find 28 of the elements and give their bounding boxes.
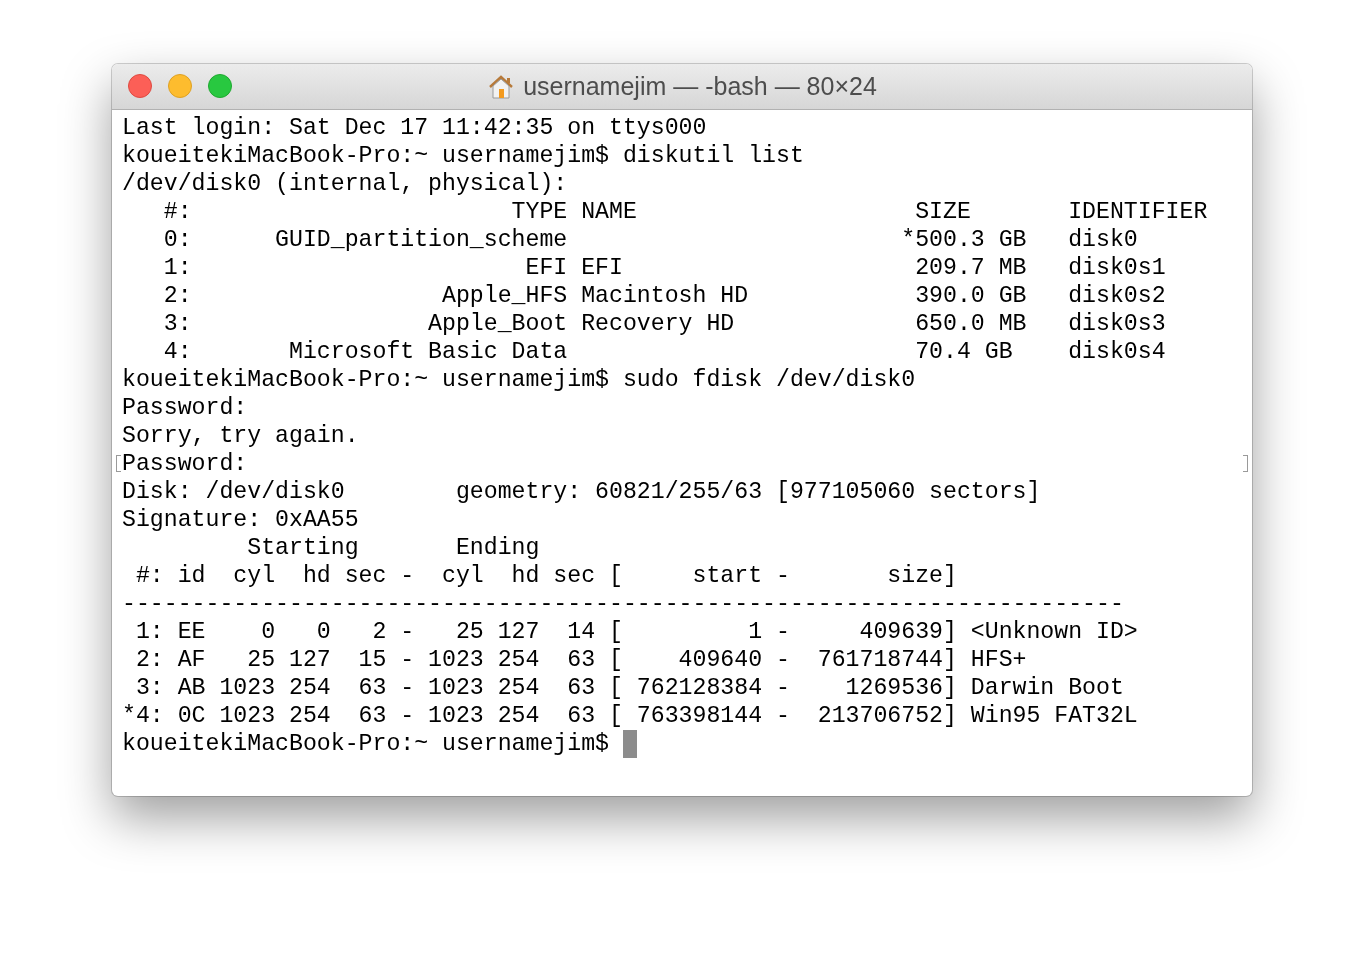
terminal-line: 2: AF 25 127 15 - 1023 254 63 [ 409640 - 761718744] HFS+: [134, 646, 1027, 674]
terminal-line: 1: EFI EFI 209.7 MB disk0s1: [162, 254, 1166, 282]
terminal-line: Signature: 0xAA55: [122, 506, 359, 534]
terminal-line: koueitekiMacBook-Pro:~ usernamejim$ diskutil list: [122, 142, 804, 170]
terminal-line: 0: GUID_partition_scheme *500.3 GB disk0: [162, 226, 1138, 254]
terminal-line: Last login: Sat Dec 17 11:42:35 on ttys000: [122, 114, 707, 142]
terminal-line: 3: AB 1023 254 63 - 1023 254 63 [ 762128384 - 1269536] Darwin Boot: [134, 674, 1124, 702]
terminal-line: Disk: /dev/disk0 geometry: 60821/255/63 [977105060 sectors]: [122, 478, 1041, 506]
terminal-line: #: TYPE NAME SIZE IDENTIFIER: [162, 198, 1208, 226]
terminal-line: Sorry, try again.: [122, 422, 359, 450]
bookmark-bracket-icon: [1243, 455, 1248, 472]
terminal-line: 4: Microsoft Basic Data 70.4 GB disk0s4: [162, 338, 1166, 366]
terminal-line: #: id cyl hd sec - cyl hd sec [ start - size]: [134, 562, 957, 590]
shell-prompt: koueitekiMacBook-Pro:~ usernamejim$: [122, 730, 610, 758]
terminal-line: 2: Apple_HFS Macintosh HD 390.0 GB disk0s2: [162, 282, 1166, 310]
terminal-line: Password:: [122, 394, 248, 422]
terminal-line: ------------------------------------------------------------------------: [122, 590, 1124, 618]
terminal-line: 1: EE 0 0 2 - 25 127 14 [ 1 - 409639] <Unknown ID>: [134, 618, 1138, 646]
close-button[interactable]: [128, 74, 152, 98]
terminal-line: /dev/disk0 (internal, physical):: [122, 170, 568, 198]
terminal-line: Password:: [122, 450, 248, 478]
window-title: usernamejim — -bash — 80×24: [523, 72, 877, 101]
terminal-line: koueitekiMacBook-Pro:~ usernamejim$ sudo fdisk /dev/disk0: [122, 366, 916, 394]
zoom-button[interactable]: [208, 74, 232, 98]
terminal-line: 3: Apple_Boot Recovery HD 650.0 MB disk0s3: [162, 310, 1166, 338]
terminal-line: Starting Ending: [246, 534, 540, 562]
terminal-line: *4: 0C 1023 254 63 - 1023 254 63 [ 763398144 - 213706752] Win95 FAT32L: [122, 702, 1138, 730]
minimize-button[interactable]: [168, 74, 192, 98]
